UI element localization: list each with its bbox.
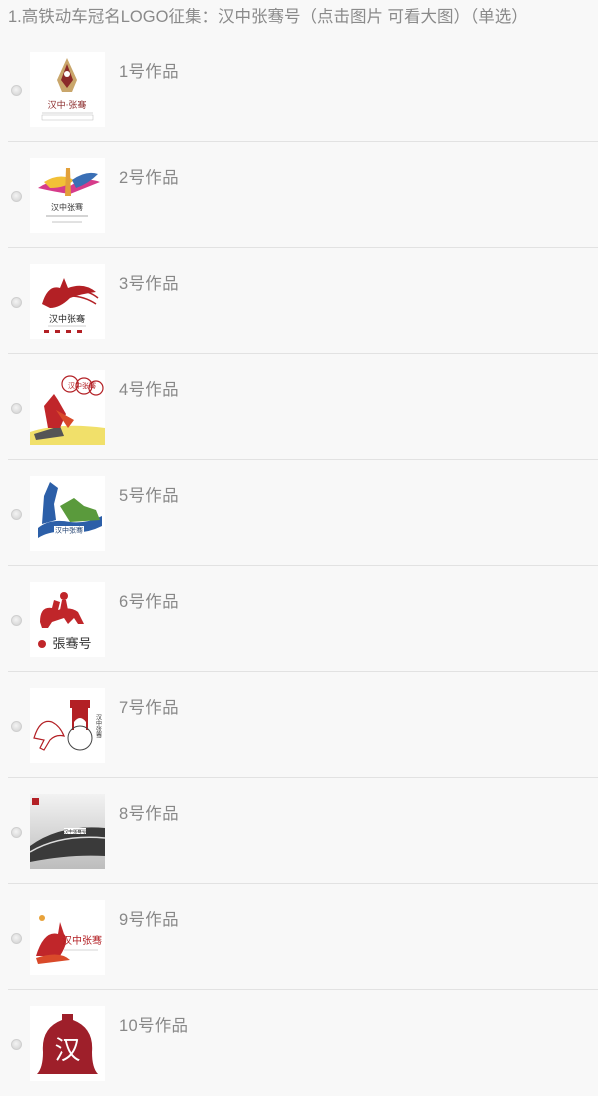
option-2[interactable]: 汉中张骞 2号作品 (8, 142, 598, 248)
question-title: 1.高铁动车冠名LOGO征集：汉中张骞号（点击图片 可看大图）（单选） (8, 8, 528, 26)
radio-button[interactable] (11, 721, 22, 732)
radio-button[interactable] (11, 933, 22, 944)
option-3[interactable]: 汉中张骞 3号作品 (8, 248, 598, 354)
radio-button[interactable] (11, 297, 22, 308)
logo-text: 汉中张骞 (95, 713, 102, 739)
logo-9-icon[interactable]: 汉中张骞 (30, 900, 105, 975)
option-7[interactable]: 汉中张骞 7号作品 (8, 672, 598, 778)
option-5[interactable]: 汉中张骞 5号作品 (8, 460, 598, 566)
logo-4-icon[interactable]: 汉中张骞 (30, 370, 105, 445)
logo-5-icon[interactable]: 汉中张骞 (30, 476, 105, 551)
option-label: 9号作品 (119, 911, 179, 929)
logo-text: 汉中张骞 (68, 381, 96, 390)
logo-3-icon[interactable]: 汉中张骞 (30, 264, 105, 339)
option-6[interactable]: 張骞号 6号作品 (8, 566, 598, 672)
option-label: 8号作品 (119, 805, 179, 823)
option-9[interactable]: 汉中张骞 9号作品 (8, 884, 598, 990)
radio-button[interactable] (11, 615, 22, 626)
radio-button[interactable] (11, 827, 22, 838)
option-label: 7号作品 (119, 699, 179, 717)
option-label: 1号作品 (119, 63, 179, 81)
logo-2-icon[interactable]: 汉中张骞 (30, 158, 105, 233)
logo-7-icon[interactable]: 汉中张骞 (30, 688, 105, 763)
radio-button[interactable] (11, 403, 22, 414)
radio-button[interactable] (11, 1039, 22, 1050)
logo-8-icon[interactable]: 汉中张骞号 (30, 794, 105, 869)
options-list: 汉中·张骞 1号作品 汉中张骞 2号作品 汉中张骞 3号作品 汉中张骞 4号作品… (0, 36, 598, 1096)
option-label: 6号作品 (119, 593, 179, 611)
logo-text: 汉中张骞 (55, 526, 83, 535)
option-label: 10号作品 (119, 1017, 189, 1035)
logo-1-icon[interactable]: 汉中·张骞 (30, 52, 105, 127)
logo-text: 汉中张骞 (62, 934, 102, 947)
option-label: 5号作品 (119, 487, 179, 505)
logo-text: 張骞号 (52, 636, 91, 652)
logo-text: 汉中张骞 (49, 313, 85, 325)
option-8[interactable]: 汉中张骞号 8号作品 (8, 778, 598, 884)
radio-button[interactable] (11, 509, 22, 520)
radio-button[interactable] (11, 191, 22, 202)
option-4[interactable]: 汉中张骞 4号作品 (8, 354, 598, 460)
option-label: 2号作品 (119, 169, 179, 187)
logo-10-icon[interactable]: 汉 (30, 1006, 105, 1081)
logo-text: 汉中张骞 (51, 202, 83, 212)
radio-button[interactable] (11, 85, 22, 96)
logo-text: 汉中·张骞 (48, 99, 87, 111)
logo-text: 汉中张骞号 (64, 828, 87, 835)
option-10[interactable]: 汉 10号作品 (8, 990, 598, 1096)
logo-text: 汉 (54, 1036, 80, 1066)
logo-6-icon[interactable]: 張骞号 (30, 582, 105, 657)
option-label: 3号作品 (119, 275, 179, 293)
option-1[interactable]: 汉中·张骞 1号作品 (8, 36, 598, 142)
option-label: 4号作品 (119, 381, 179, 399)
